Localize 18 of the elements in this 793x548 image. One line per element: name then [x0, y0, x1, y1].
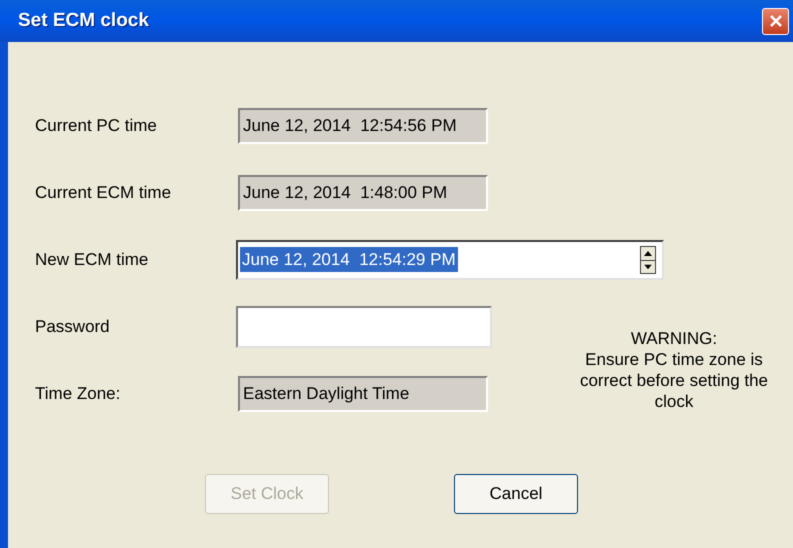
password-field[interactable]: [236, 306, 492, 348]
close-button[interactable]: [762, 8, 789, 34]
readonly-field: June 12, 2014 1:48:00 PM: [238, 174, 488, 210]
readonly-field: June 12, 2014 12:54:56 PM: [238, 108, 488, 144]
warning-title: WARNING:: [630, 328, 718, 349]
warning-message: Ensure PC time zone is correct before setting the clock: [578, 349, 770, 412]
readonly-field: Eastern Daylight Time: [238, 376, 488, 412]
field-label: Current PC time: [34, 114, 158, 137]
dialog-button[interactable]: Cancel: [454, 474, 578, 514]
spin-buttons[interactable]: [640, 246, 656, 274]
field-label: Current ECM time: [34, 182, 172, 204]
field-label: Password: [34, 316, 111, 338]
field-label: Time Zone:: [34, 382, 122, 405]
date-time-value: June 12, 2014 12:54:29 PM: [240, 246, 458, 272]
close-icon: [768, 14, 782, 28]
field-label: New ECM time: [34, 248, 150, 271]
date-time-field[interactable]: June 12, 2014 12:54:29 PM: [236, 240, 664, 280]
window-title: Set ECM clock: [18, 8, 149, 33]
